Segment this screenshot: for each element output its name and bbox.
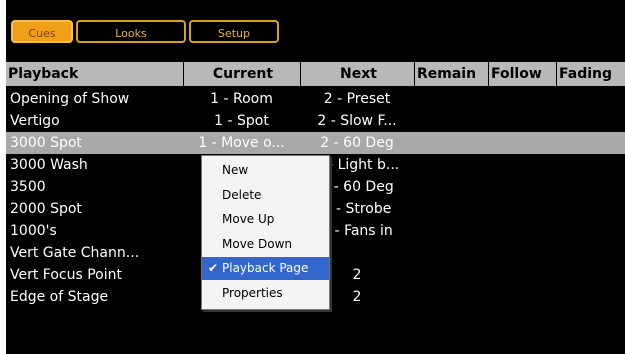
- cell-playback: Vertigo: [10, 113, 60, 129]
- cell-current: 1 - Move o...: [198, 135, 285, 151]
- menu-item-label: Move Up: [222, 212, 275, 226]
- cell-playback: 3000 Spot: [10, 135, 82, 151]
- tab-cues[interactable]: Cues: [11, 20, 73, 43]
- table-header: Playback Current Next Remain Follow Fadi…: [6, 62, 625, 86]
- table-row[interactable]: 3000 Spot 1 - Move o... 2 - 60 Deg: [6, 132, 625, 154]
- menu-item-label: Delete: [222, 187, 262, 202]
- cell-playback: Vert Focus Point: [10, 267, 122, 283]
- cell-playback: 3000 Wash: [10, 157, 88, 173]
- cell-playback: Opening of Show: [10, 91, 130, 107]
- cell-current: 1 - Spot: [214, 113, 269, 129]
- menu-item-label: New: [222, 163, 249, 177]
- tab-looks[interactable]: Looks: [76, 20, 186, 43]
- column-header-playback[interactable]: Playback: [6, 62, 183, 86]
- cell-playback: Edge of Stage: [10, 289, 109, 305]
- cell-playback: Vert Gate Chann...: [10, 245, 140, 261]
- menu-item-label: Playback Page: [222, 261, 309, 275]
- menu-item-properties[interactable]: Properties: [202, 282, 329, 305]
- menu-item-new[interactable]: New: [202, 159, 329, 182]
- tab-setup[interactable]: Setup: [189, 20, 279, 43]
- cell-next: 2 - 60 Deg: [320, 135, 394, 151]
- cell-playback: 1000's: [10, 223, 57, 239]
- column-header-follow[interactable]: Follow: [488, 62, 556, 86]
- cell-next: 2 - Slow F...: [317, 113, 397, 129]
- menu-item-delete[interactable]: Delete: [202, 184, 329, 207]
- menu-item-move-down[interactable]: Move Down: [202, 233, 329, 256]
- checkmark-icon: ✔: [208, 261, 219, 275]
- cue-list-panel: Cues Looks Setup Playback Current Next R…: [6, 0, 625, 354]
- menu-item-move-up[interactable]: Move Up: [202, 208, 329, 231]
- column-header-current[interactable]: Current: [183, 62, 300, 86]
- context-menu: New Delete Move Up Move Down ✔ Playback Page P…: [201, 155, 330, 310]
- table-row[interactable]: Vertigo 1 - Spot 2 - Slow F...: [6, 110, 625, 132]
- menu-item-label: Move Down: [222, 236, 292, 251]
- cell-next: 2 - Preset: [323, 91, 391, 107]
- cell-playback: 3500: [10, 179, 46, 195]
- column-header-fading[interactable]: Fading: [556, 62, 625, 86]
- menu-item-label: Properties: [222, 285, 283, 300]
- cell-playback: 2000 Spot: [10, 201, 82, 217]
- table-row[interactable]: Opening of Show 1 - Room 2 - Preset: [6, 88, 625, 110]
- column-header-next[interactable]: Next: [300, 62, 414, 86]
- column-header-remain[interactable]: Remain: [414, 62, 488, 86]
- menu-item-playback-page[interactable]: ✔ Playback Page: [202, 257, 329, 280]
- cell-current: 1 - Room: [210, 91, 273, 107]
